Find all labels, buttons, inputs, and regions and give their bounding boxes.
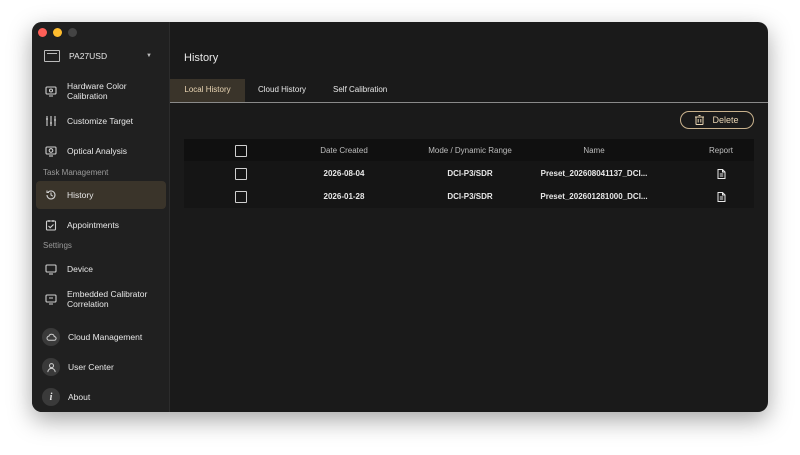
column-header-name: Name xyxy=(583,146,605,155)
main-content: History Local History Cloud History Self… xyxy=(170,22,768,412)
tab-cloud-history[interactable]: Cloud History xyxy=(244,79,320,102)
history-table: Date Created Mode / Dynamic Range Name R… xyxy=(184,139,754,208)
sidebar-item-user-center[interactable]: User Center xyxy=(36,353,166,381)
section-settings: Settings xyxy=(43,241,72,250)
sidebar-item-label: About xyxy=(68,392,91,402)
delete-button[interactable]: Delete xyxy=(680,111,754,129)
tab-local-history[interactable]: Local History xyxy=(170,79,245,102)
row-mode: DCI-P3/SDR xyxy=(447,169,493,178)
row-date: 2026-08-04 xyxy=(323,169,365,178)
sidebar-item-label: Appointments xyxy=(67,220,119,230)
minimize-window-button[interactable] xyxy=(53,28,62,37)
sidebar-item-about[interactable]: i About xyxy=(36,383,166,411)
sidebar-item-label: Customize Target xyxy=(67,116,133,126)
sliders-icon xyxy=(45,115,57,127)
sidebar: PA27USD ▼ Hardware Color Calibration Cus… xyxy=(32,22,170,412)
trash-icon xyxy=(695,115,705,125)
row-name: Preset_202608041137_DCI... xyxy=(540,169,648,178)
sidebar-item-label: User Center xyxy=(68,362,114,372)
page-title: History xyxy=(184,52,219,64)
monitor-icon xyxy=(44,50,60,62)
monitor-icon xyxy=(45,263,57,275)
zoom-window-button[interactable] xyxy=(68,28,77,37)
info-icon: i xyxy=(42,388,60,406)
cloud-icon xyxy=(42,328,60,346)
row-checkbox[interactable] xyxy=(235,190,247,203)
sidebar-item-history[interactable]: History xyxy=(36,181,166,209)
column-header-report: Report xyxy=(708,146,733,155)
column-header-date: Date Created xyxy=(320,146,368,155)
tab-self-calibration[interactable]: Self Calibration xyxy=(319,79,401,102)
app-window: PA27USD ▼ Hardware Color Calibration Cus… xyxy=(32,22,768,412)
table-header: Date Created Mode / Dynamic Range Name R… xyxy=(184,139,754,162)
row-date: 2026-01-28 xyxy=(323,192,365,201)
report-icon[interactable] xyxy=(689,185,753,208)
section-task-management: Task Management xyxy=(43,168,109,177)
sidebar-item-appointments[interactable]: Appointments xyxy=(36,211,166,239)
sidebar-item-hardware-color-calibration[interactable]: Hardware Color Calibration xyxy=(36,77,166,105)
select-all-checkbox[interactable] xyxy=(235,144,247,157)
sidebar-item-optical-analysis[interactable]: Optical Analysis xyxy=(36,137,166,165)
history-icon xyxy=(45,189,57,201)
sidebar-item-label: Optical Analysis xyxy=(67,146,127,156)
monitor-correlation-icon xyxy=(45,293,57,305)
monitor-calibration-icon xyxy=(45,85,57,97)
sidebar-item-cloud-management[interactable]: Cloud Management xyxy=(36,323,166,351)
sidebar-item-label: History xyxy=(67,190,94,200)
row-mode: DCI-P3/SDR xyxy=(447,192,493,201)
column-header-mode: Mode / Dynamic Range xyxy=(428,146,512,155)
calendar-icon xyxy=(45,219,57,231)
chevron-down-icon: ▼ xyxy=(146,53,152,59)
delete-label: Delete xyxy=(712,115,739,125)
sidebar-item-label: Hardware Color Calibration xyxy=(67,81,127,101)
sidebar-item-label: Embedded Calibrator Correlation xyxy=(67,289,148,309)
device-selector[interactable]: PA27USD ▼ xyxy=(44,48,152,64)
sidebar-item-label: Device xyxy=(67,264,93,274)
sidebar-item-label: Cloud Management xyxy=(68,332,143,342)
sidebar-item-embedded-calibrator-correlation[interactable]: Embedded Calibrator Correlation xyxy=(36,284,166,314)
window-controls xyxy=(38,28,77,37)
report-icon[interactable] xyxy=(689,162,753,185)
sidebar-item-customize-target[interactable]: Customize Target xyxy=(36,107,166,135)
table-row[interactable]: 2026-08-04 DCI-P3/SDR Preset_20260804113… xyxy=(184,162,754,185)
tab-bar: Local History Cloud History Self Calibra… xyxy=(170,79,768,103)
close-window-button[interactable] xyxy=(38,28,47,37)
device-name: PA27USD xyxy=(69,51,108,61)
monitor-analysis-icon xyxy=(45,145,57,157)
row-checkbox[interactable] xyxy=(235,167,247,180)
sidebar-item-device[interactable]: Device xyxy=(36,255,166,283)
row-name: Preset_202601281000_DCI... xyxy=(540,192,648,201)
user-icon xyxy=(42,358,60,376)
table-row[interactable]: 2026-01-28 DCI-P3/SDR Preset_20260128100… xyxy=(184,185,754,208)
